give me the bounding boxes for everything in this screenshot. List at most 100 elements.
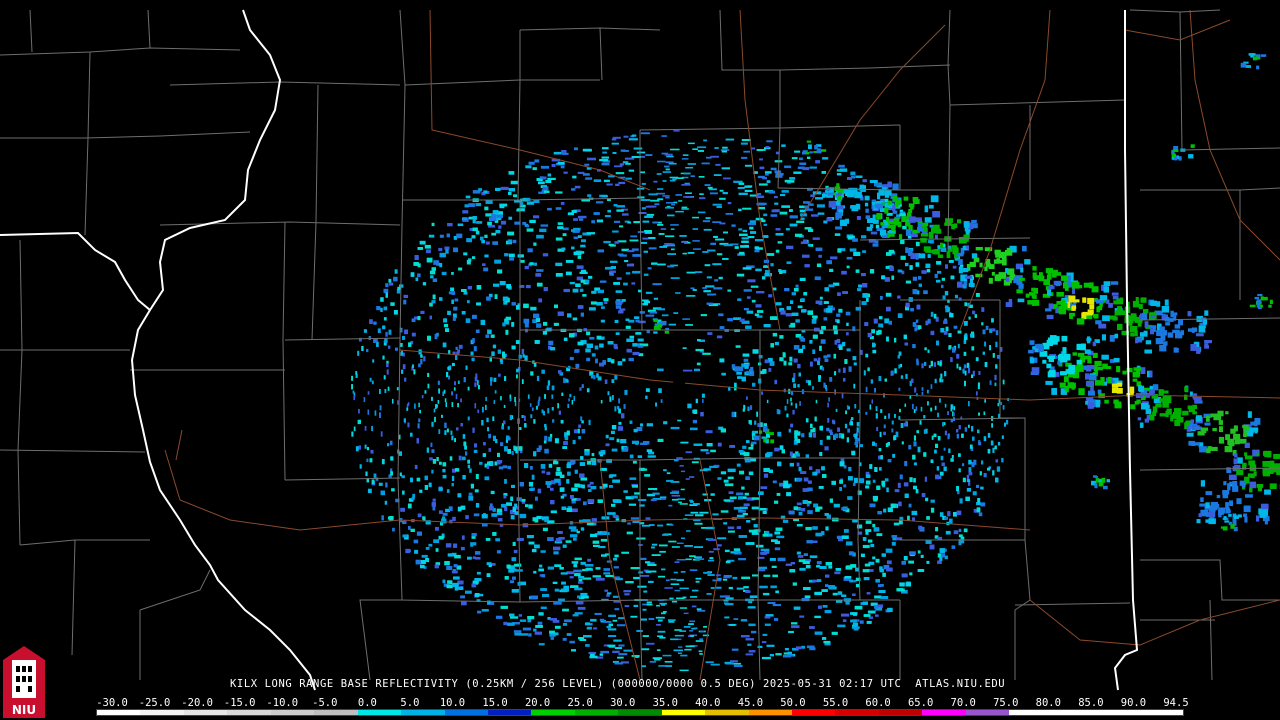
echo-pixel bbox=[1098, 393, 1105, 399]
echo-pixel bbox=[458, 455, 462, 461]
echo-pixel bbox=[486, 296, 491, 301]
echo-pixel bbox=[808, 380, 811, 386]
echo-pixel bbox=[644, 231, 652, 234]
echo-pixel bbox=[926, 389, 929, 394]
echo-pixel bbox=[472, 256, 476, 259]
echo-pixel bbox=[1256, 484, 1264, 488]
echo-pixel bbox=[1130, 332, 1135, 337]
echo-pixel bbox=[1076, 359, 1082, 365]
echo-pixel bbox=[841, 613, 850, 617]
echo-pixel bbox=[918, 525, 923, 530]
echo-pixel bbox=[815, 160, 820, 164]
echo-pixel bbox=[1134, 330, 1138, 337]
echo-pixel bbox=[460, 546, 465, 551]
echo-pixel bbox=[705, 285, 715, 288]
echo-pixel bbox=[571, 229, 575, 232]
echo-pixel bbox=[795, 284, 799, 288]
echo-pixel bbox=[846, 322, 849, 326]
echo-pixel bbox=[815, 399, 818, 404]
echo-pixel bbox=[723, 576, 731, 579]
echo-pixel bbox=[815, 197, 823, 200]
echo-pixel bbox=[1069, 313, 1073, 319]
echo-pixel bbox=[875, 224, 880, 229]
echo-pixel bbox=[691, 461, 699, 464]
echo-pixel bbox=[865, 531, 869, 535]
echo-pixel bbox=[578, 579, 583, 582]
echo-pixel bbox=[827, 354, 831, 358]
echo-pixel bbox=[839, 461, 845, 467]
echo-pixel bbox=[820, 425, 823, 431]
echo-pixel bbox=[373, 339, 376, 343]
echo-pixel bbox=[971, 219, 977, 224]
echo-pixel bbox=[799, 401, 801, 406]
echo-pixel bbox=[609, 396, 612, 402]
echo-pixel bbox=[1150, 300, 1157, 306]
echo-pixel bbox=[533, 362, 537, 367]
echo-pixel bbox=[786, 245, 794, 250]
echo-pixel bbox=[1190, 419, 1194, 424]
echo-pixel bbox=[536, 375, 540, 381]
echo-pixel bbox=[912, 322, 917, 327]
echo-pixel bbox=[947, 434, 950, 440]
echo-pixel bbox=[813, 358, 818, 362]
echo-pixel bbox=[754, 246, 759, 249]
echo-pixel bbox=[796, 462, 800, 467]
echo-pixel bbox=[489, 506, 494, 511]
echo-pixel bbox=[594, 612, 602, 615]
echo-pixel bbox=[550, 487, 554, 491]
echo-pixel bbox=[848, 551, 854, 556]
echo-pixel bbox=[1106, 366, 1112, 370]
echo-pixel bbox=[695, 398, 698, 404]
echo-pixel bbox=[642, 635, 649, 637]
echo-pixel bbox=[1204, 310, 1209, 316]
echo-pixel bbox=[664, 165, 670, 168]
echo-pixel bbox=[1117, 323, 1123, 330]
echo-pixel bbox=[665, 202, 674, 204]
echo-pixel bbox=[1068, 364, 1076, 372]
echo-pixel bbox=[670, 148, 680, 151]
echo-pixel bbox=[742, 267, 752, 270]
echo-pixel bbox=[796, 502, 802, 506]
echo-pixel bbox=[812, 315, 818, 319]
echo-pixel bbox=[738, 192, 748, 195]
echo-pixel bbox=[744, 492, 749, 496]
echo-pixel bbox=[579, 473, 585, 478]
echo-pixel bbox=[438, 535, 444, 540]
echo-pixel bbox=[703, 228, 712, 231]
echo-pixel bbox=[716, 335, 723, 339]
echo-pixel bbox=[928, 204, 934, 209]
echo-pixel bbox=[1085, 381, 1094, 387]
echo-pixel bbox=[809, 151, 813, 154]
echo-pixel bbox=[790, 391, 794, 396]
echo-pixel bbox=[853, 626, 859, 631]
echo-pixel bbox=[488, 433, 491, 439]
echo-pixel bbox=[451, 475, 455, 481]
echo-pixel bbox=[781, 144, 786, 147]
echo-pixel bbox=[415, 559, 421, 565]
echo-pixel bbox=[1222, 490, 1230, 495]
echo-pixel bbox=[728, 586, 733, 590]
echo-pixel bbox=[648, 580, 654, 583]
echo-pixel bbox=[761, 391, 764, 395]
echo-pixel bbox=[875, 614, 879, 617]
echo-pixel bbox=[736, 526, 742, 529]
echo-pixel bbox=[433, 260, 439, 265]
echo-pixel bbox=[982, 351, 985, 355]
echo-pixel bbox=[584, 451, 590, 456]
echo-pixel bbox=[657, 438, 664, 442]
echo-pixel bbox=[663, 469, 667, 472]
echo-pixel bbox=[687, 163, 696, 165]
echo-pixel bbox=[561, 150, 567, 153]
echo-pixel bbox=[415, 277, 419, 281]
echo-pixel bbox=[371, 479, 375, 484]
echo-pixel bbox=[486, 573, 491, 577]
echo-pixel bbox=[799, 277, 806, 281]
echo-pixel bbox=[900, 255, 906, 260]
echo-pixel bbox=[666, 155, 674, 158]
echo-pixel bbox=[872, 243, 879, 247]
echo-pixel bbox=[394, 269, 398, 274]
echo-pixel bbox=[1248, 460, 1256, 466]
echo-pixel bbox=[1106, 479, 1110, 483]
echo-pixel bbox=[580, 312, 584, 317]
echo-pixel bbox=[913, 441, 917, 447]
